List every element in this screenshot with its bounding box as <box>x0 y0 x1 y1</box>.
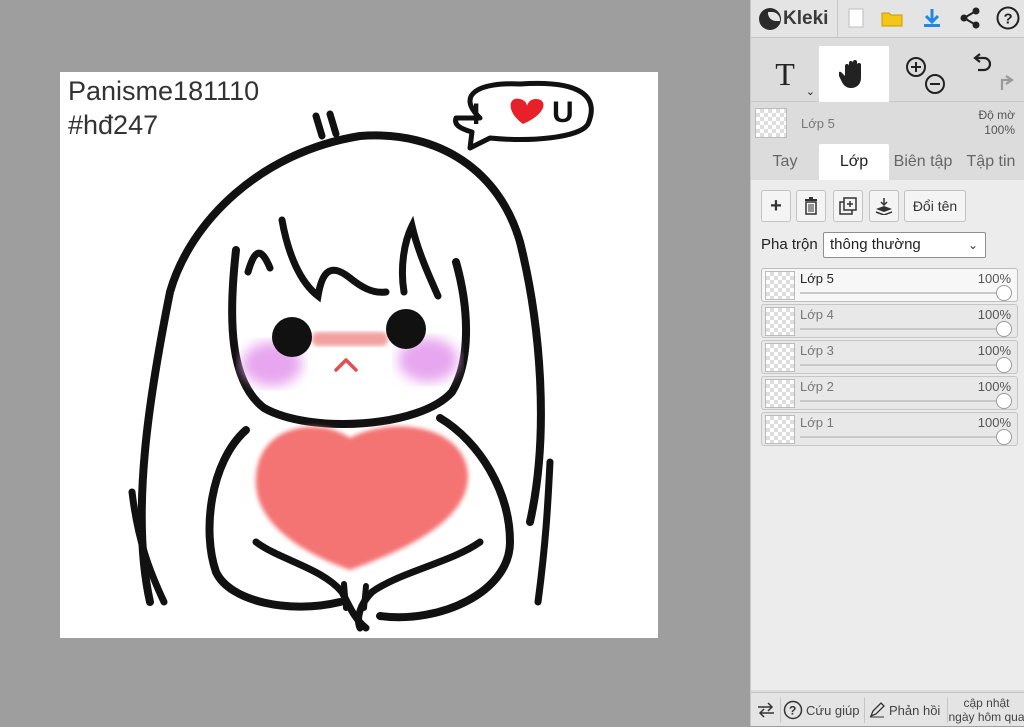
tab-edit[interactable]: Biên tập <box>889 144 957 180</box>
opacity-slider[interactable] <box>800 328 1005 330</box>
help-circle-icon: ? <box>783 700 803 720</box>
tab-file[interactable]: Tập tin <box>957 144 1024 180</box>
feedback-button[interactable]: Phản hồi <box>869 693 947 727</box>
layer-item[interactable]: Lớp 5 100% <box>761 268 1018 302</box>
layer-thumbnail <box>765 415 795 444</box>
text-tool-label: T <box>775 55 795 92</box>
undo-icon[interactable] <box>973 53 992 72</box>
update-info[interactable]: cập nhật ngày hôm qua <box>948 693 1024 727</box>
tab-layers[interactable]: Lớp <box>819 144 889 180</box>
panel-tabs: Tay Lớp Biên tập Tập tin <box>751 144 1024 180</box>
zoom-controls <box>893 46 955 102</box>
bubble-letter-i: I <box>472 98 480 131</box>
opacity-value: 100% <box>984 123 1015 137</box>
text-tool[interactable]: T ⌄ <box>751 46 819 102</box>
blend-mode-value: thông thường <box>830 236 921 253</box>
opacity-slider[interactable] <box>800 292 1005 294</box>
rename-layer-button[interactable]: Đổi tên <box>904 190 966 222</box>
layer-opacity: 100% <box>977 379 1011 394</box>
bubble-letter-u: U <box>552 96 574 129</box>
opacity-slider[interactable] <box>800 400 1005 402</box>
hand-icon <box>839 60 861 88</box>
current-layer-info: Lớp 5 Độ mờ 100% <box>751 104 1024 142</box>
left-eye <box>272 317 312 357</box>
zoom-in-icon[interactable] <box>906 57 926 77</box>
app-name: Kleki <box>783 8 829 29</box>
layer-item[interactable]: Lớp 2 100% <box>761 376 1018 410</box>
layer-thumbnail <box>765 379 795 408</box>
help-label: Cứu giúp <box>806 702 860 718</box>
tab-brush[interactable]: Tay <box>751 144 819 180</box>
duplicate-layer-button[interactable] <box>833 190 863 222</box>
plus-icon: + <box>770 194 782 217</box>
zoom-out-icon[interactable] <box>925 74 945 94</box>
tool-row: T ⌄ <box>751 46 1024 102</box>
update-line1: cập nhật <box>963 696 1010 710</box>
feedback-label: Phản hồi <box>889 702 941 718</box>
speech-bubble: I U <box>453 80 594 151</box>
kleki-logo-icon <box>759 8 781 30</box>
layer-name: Lớp 1 <box>800 415 834 430</box>
chevron-down-icon[interactable]: ⌄ <box>806 85 815 98</box>
right-eye <box>386 309 426 349</box>
opacity-slider-handle[interactable] <box>996 357 1012 373</box>
merge-layer-button[interactable] <box>869 190 899 222</box>
opacity-slider[interactable] <box>800 436 1005 438</box>
blend-mode-select[interactable]: thông thường ⌄ <box>823 232 986 258</box>
help-icon[interactable]: ? <box>995 5 1021 31</box>
hand-tool[interactable] <box>819 46 889 102</box>
layer-item[interactable]: Lớp 4 100% <box>761 304 1018 338</box>
layer-name: Lớp 5 <box>800 271 834 286</box>
opacity-slider[interactable] <box>800 364 1005 366</box>
layer-name: Lớp 2 <box>800 379 834 394</box>
drawing-canvas[interactable]: Panisme181110 #hđ247 I U <box>60 72 658 638</box>
layer-item[interactable]: Lớp 1 100% <box>761 412 1018 446</box>
merge-down-icon <box>875 198 893 215</box>
opacity-slider-handle[interactable] <box>996 429 1012 445</box>
chevron-down-icon: ⌄ <box>967 238 978 252</box>
layer-opacity: 100% <box>977 343 1011 358</box>
opacity-slider-handle[interactable] <box>996 321 1012 337</box>
layer-thumbnail <box>765 343 795 372</box>
update-line2: ngày hôm qua <box>948 710 1024 724</box>
feedback-icon <box>869 702 885 718</box>
opacity-slider-handle[interactable] <box>996 393 1012 409</box>
layer-opacity: 100% <box>977 307 1011 322</box>
side-panel: Kleki ? T ⌄ Lớp 5 Độ mờ 100% Tay Lớp Biê… <box>750 0 1024 726</box>
girl-illustration: I U <box>128 80 594 632</box>
current-layer-thumbnail <box>755 108 787 138</box>
kleki-logo[interactable]: Kleki <box>759 6 828 32</box>
top-bar: Kleki ? <box>751 0 1024 38</box>
layer-name: Lớp 3 <box>800 343 834 358</box>
svg-text:?: ? <box>1004 11 1013 28</box>
layer-thumbnail <box>765 307 795 336</box>
opacity-slider-handle[interactable] <box>996 285 1012 301</box>
layer-thumbnail <box>765 271 795 300</box>
open-folder-icon[interactable] <box>879 5 905 31</box>
big-heart <box>255 426 469 570</box>
layer-opacity: 100% <box>977 271 1011 286</box>
layer-opacity: 100% <box>977 415 1011 430</box>
layer-name: Lớp 4 <box>800 307 834 322</box>
history-controls <box>959 46 1021 102</box>
workspace[interactable]: Panisme181110 #hđ247 I U <box>0 0 750 726</box>
help-button[interactable]: ? Cứu giúp <box>783 693 863 727</box>
current-layer-name: Lớp 5 <box>801 116 835 131</box>
swap-panel-icon[interactable] <box>755 693 777 727</box>
layer-item[interactable]: Lớp 3 100% <box>761 340 1018 374</box>
footer-bar: ? Cứu giúp Phản hồi cập nhật ngày hôm qu… <box>751 692 1024 726</box>
add-layer-button[interactable]: + <box>761 190 791 222</box>
trash-icon <box>805 197 817 215</box>
blend-mode-label: Pha trộn <box>761 236 818 253</box>
redo-icon[interactable] <box>1000 75 1014 90</box>
layers-pane: + Đổi tên Pha trộn thông thường ⌄ Lớp 5 … <box>751 180 1024 690</box>
share-icon[interactable] <box>957 5 983 31</box>
new-file-icon[interactable] <box>843 5 869 31</box>
delete-layer-button[interactable] <box>796 190 826 222</box>
download-icon[interactable] <box>919 5 945 31</box>
opacity-label: Độ mờ <box>978 108 1015 122</box>
duplicate-icon <box>839 197 857 215</box>
svg-text:?: ? <box>789 704 796 718</box>
